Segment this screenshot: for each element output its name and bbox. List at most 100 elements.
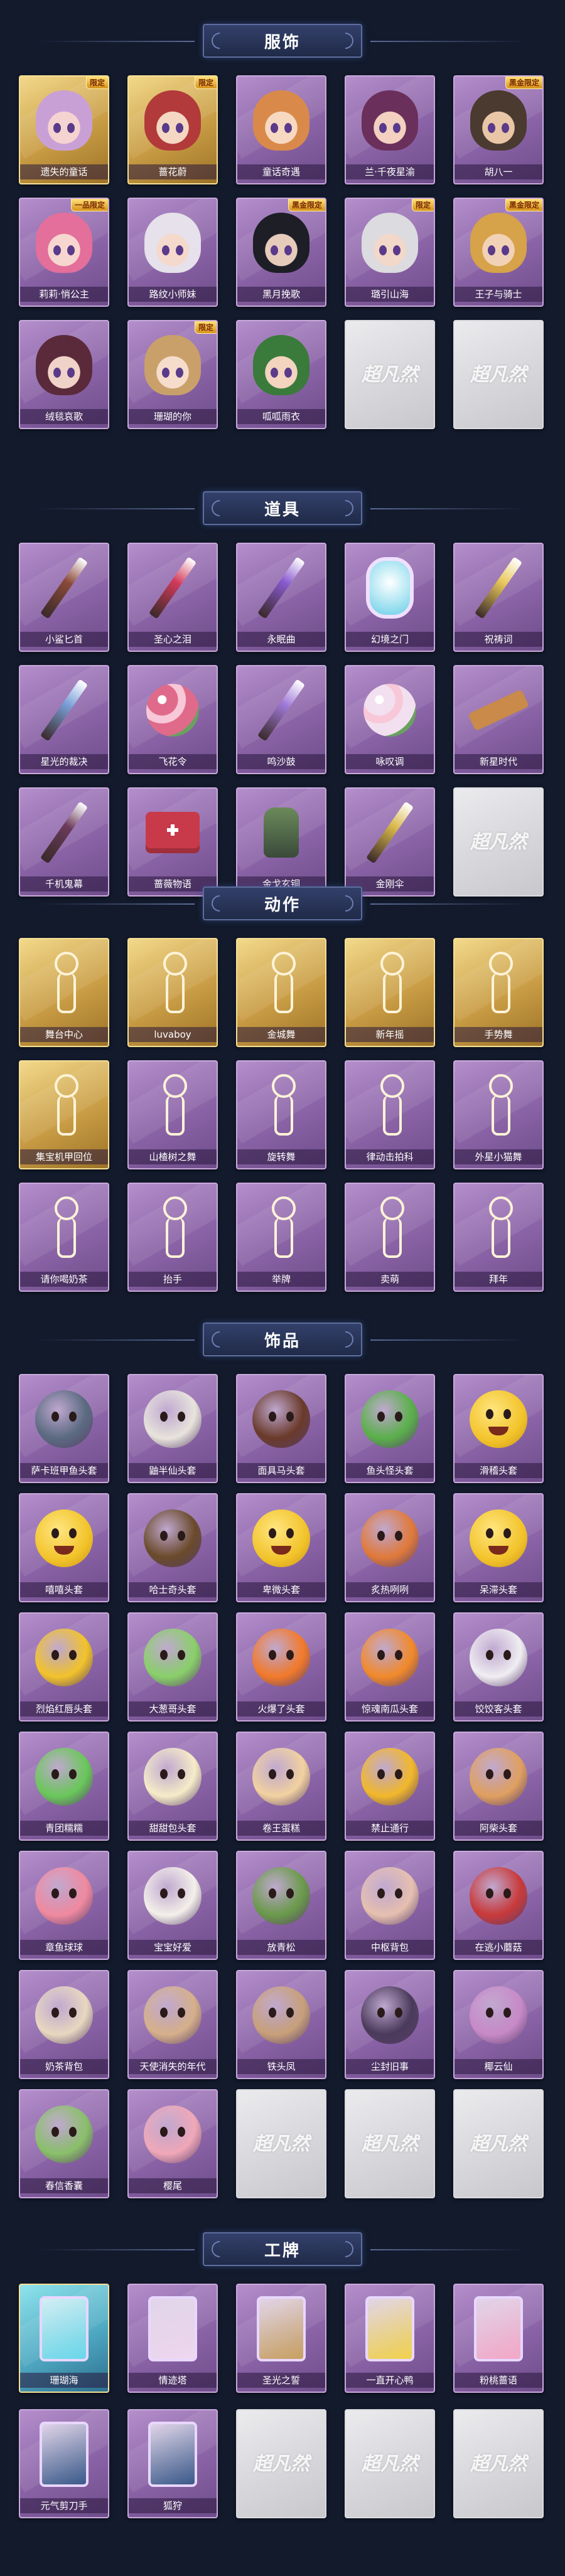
item-card[interactable]: 飞花令 bbox=[127, 665, 218, 774]
item-card[interactable]: 绒毯哀歌 bbox=[19, 320, 109, 429]
item-card[interactable]: 惊魂南瓜头套 bbox=[345, 1612, 435, 1722]
item-tile[interactable]: 舞台中心 bbox=[19, 938, 109, 1057]
item-tile[interactable]: 炙热咧咧 bbox=[345, 1493, 435, 1612]
item-tile[interactable]: 兰·千夜星渝 bbox=[345, 75, 435, 194]
item-tile[interactable]: 哈士奇头套 bbox=[127, 1493, 218, 1612]
item-tile[interactable]: 萨卡班甲鱼头套 bbox=[19, 1374, 109, 1493]
item-card[interactable]: 一品限定 莉莉·悄公主 bbox=[19, 198, 109, 307]
item-card[interactable]: 阿柴头套 bbox=[453, 1732, 544, 1841]
item-tile[interactable]: 天使消失的年代 bbox=[127, 1970, 218, 2089]
item-tile[interactable]: 童话奇遇 bbox=[236, 75, 326, 194]
item-tile[interactable]: 章鱼球球 bbox=[19, 1851, 109, 1970]
item-card[interactable]: 大葱哥头套 bbox=[127, 1612, 218, 1722]
item-tile[interactable]: 鱼头怪头套 bbox=[345, 1374, 435, 1493]
item-tile[interactable]: 面具马头套 bbox=[236, 1374, 326, 1493]
item-tile[interactable]: 粉桃蔷语 bbox=[453, 2284, 544, 2403]
item-tile[interactable]: 椰云仙 bbox=[453, 1970, 544, 2089]
item-card[interactable]: 限定 蔷花蔚 bbox=[127, 75, 218, 184]
item-card[interactable]: 奶茶背包 bbox=[19, 1970, 109, 2079]
item-tile[interactable]: 幻境之门 bbox=[345, 543, 435, 662]
item-card[interactable]: 滑稽头套 bbox=[453, 1374, 544, 1483]
item-tile[interactable]: 抬手 bbox=[127, 1183, 218, 1302]
item-tile[interactable]: luvaboy bbox=[127, 938, 218, 1057]
item-card[interactable]: 嘻嘻头套 bbox=[19, 1493, 109, 1602]
item-card[interactable]: 呱呱雨衣 bbox=[236, 320, 326, 429]
item-tile[interactable]: 一直开心鸭 bbox=[345, 2284, 435, 2403]
item-tile[interactable]: 飞花令 bbox=[127, 665, 218, 784]
item-tile[interactable]: 禁止通行 bbox=[345, 1732, 435, 1851]
item-card[interactable]: 黑金限定 王子与骑士 bbox=[453, 198, 544, 307]
item-card[interactable]: 卑微头套 bbox=[236, 1493, 326, 1602]
item-card[interactable]: 中枢背包 bbox=[345, 1851, 435, 1960]
item-tile[interactable]: 烈焰红唇头套 bbox=[19, 1612, 109, 1732]
item-tile[interactable]: 小鲨匕首 bbox=[19, 543, 109, 662]
item-tile[interactable]: 鼬半仙头套 bbox=[127, 1374, 218, 1493]
item-tile[interactable]: 黑金限定 胡八一 bbox=[453, 75, 544, 194]
item-tile[interactable]: 山楂树之舞 bbox=[127, 1060, 218, 1179]
item-tile[interactable]: 金城舞 bbox=[236, 938, 326, 1057]
item-card[interactable]: 黑金限定 黑月挽歌 bbox=[236, 198, 326, 307]
item-tile[interactable]: 呆滞头套 bbox=[453, 1493, 544, 1612]
item-card[interactable]: 烈焰红唇头套 bbox=[19, 1612, 109, 1722]
item-card[interactable]: 元气剪刀手 bbox=[19, 2409, 109, 2518]
item-card[interactable]: 禁止通行 bbox=[345, 1732, 435, 1841]
item-tile[interactable]: 黑金限定 王子与骑士 bbox=[453, 198, 544, 317]
item-tile[interactable]: 嘻嘻头套 bbox=[19, 1493, 109, 1612]
item-card[interactable]: 请你喝奶茶 bbox=[19, 1183, 109, 1292]
item-tile[interactable]: 尘封旧事 bbox=[345, 1970, 435, 2089]
item-card[interactable]: 律动击拍科 bbox=[345, 1060, 435, 1169]
item-tile[interactable]: 春信香囊 bbox=[19, 2089, 109, 2208]
item-tile[interactable]: 限定 蔷花蔚 bbox=[127, 75, 218, 194]
item-tile[interactable]: 放青松 bbox=[236, 1851, 326, 1970]
item-card[interactable]: 圣心之泪 bbox=[127, 543, 218, 652]
item-tile[interactable]: 黑金限定 黑月挽歌 bbox=[236, 198, 326, 317]
item-tile[interactable]: 圣心之泪 bbox=[127, 543, 218, 662]
item-card[interactable]: 童话奇遇 bbox=[236, 75, 326, 184]
item-card[interactable]: 椰云仙 bbox=[453, 1970, 544, 2079]
item-tile[interactable]: 外星小猫舞 bbox=[453, 1060, 544, 1179]
item-card[interactable]: 面具马头套 bbox=[236, 1374, 326, 1483]
item-tile[interactable]: 大葱哥头套 bbox=[127, 1612, 218, 1732]
item-tile[interactable]: 集宝机甲回位 bbox=[19, 1060, 109, 1179]
item-tile[interactable]: 青团糯糯 bbox=[19, 1732, 109, 1851]
item-card[interactable]: 饺饺客头套 bbox=[453, 1612, 544, 1722]
item-card[interactable]: 鱼头怪头套 bbox=[345, 1374, 435, 1483]
item-card[interactable]: 手势舞 bbox=[453, 938, 544, 1047]
item-tile[interactable]: 举牌 bbox=[236, 1183, 326, 1302]
item-card[interactable]: 集宝机甲回位 bbox=[19, 1060, 109, 1169]
item-tile[interactable]: 祝祷词 bbox=[453, 543, 544, 662]
item-card[interactable]: 在逃小蘑菇 bbox=[453, 1851, 544, 1960]
item-card[interactable]: 路纹小师妹 bbox=[127, 198, 218, 307]
item-tile[interactable]: 卷王蛋糕 bbox=[236, 1732, 326, 1851]
item-card[interactable]: 小鲨匕首 bbox=[19, 543, 109, 652]
item-card[interactable]: 抬手 bbox=[127, 1183, 218, 1292]
item-tile[interactable]: 新年摇 bbox=[345, 938, 435, 1057]
item-card[interactable]: 火爆了头套 bbox=[236, 1612, 326, 1722]
item-tile[interactable]: 新星时代 bbox=[453, 665, 544, 784]
item-tile[interactable]: 惊魂南瓜头套 bbox=[345, 1612, 435, 1732]
item-card[interactable]: 幻境之门 bbox=[345, 543, 435, 652]
item-tile[interactable]: 拜年 bbox=[453, 1183, 544, 1302]
item-card[interactable]: 限定 璐引山海 bbox=[345, 198, 435, 307]
item-card[interactable]: 限定 遗失的童话 bbox=[19, 75, 109, 184]
item-tile[interactable]: 鸣沙鼓 bbox=[236, 665, 326, 784]
item-card[interactable]: 樱尾 bbox=[127, 2089, 218, 2198]
item-tile[interactable]: 铁头凤 bbox=[236, 1970, 326, 2089]
item-tile[interactable]: 永眠曲 bbox=[236, 543, 326, 662]
item-card[interactable]: 兰·千夜星渝 bbox=[345, 75, 435, 184]
item-tile[interactable]: 饺饺客头套 bbox=[453, 1612, 544, 1732]
item-card[interactable]: 萨卡班甲鱼头套 bbox=[19, 1374, 109, 1483]
item-tile[interactable]: 火爆了头套 bbox=[236, 1612, 326, 1732]
item-tile[interactable]: 卑微头套 bbox=[236, 1493, 326, 1612]
item-card[interactable]: 情迹塔 bbox=[127, 2284, 218, 2393]
item-card[interactable]: 举牌 bbox=[236, 1183, 326, 1292]
item-tile[interactable]: 元气剪刀手 bbox=[19, 2409, 109, 2528]
item-tile[interactable]: 樱尾 bbox=[127, 2089, 218, 2208]
item-card[interactable]: 鸣沙鼓 bbox=[236, 665, 326, 774]
item-card[interactable]: 天使消失的年代 bbox=[127, 1970, 218, 2079]
item-card[interactable]: 星光的裁决 bbox=[19, 665, 109, 774]
item-card[interactable]: 甜甜包头套 bbox=[127, 1732, 218, 1841]
item-tile[interactable]: 狐狩 bbox=[127, 2409, 218, 2528]
item-tile[interactable]: 限定 珊瑚的你 bbox=[127, 320, 218, 439]
item-tile[interactable]: 旋转舞 bbox=[236, 1060, 326, 1179]
